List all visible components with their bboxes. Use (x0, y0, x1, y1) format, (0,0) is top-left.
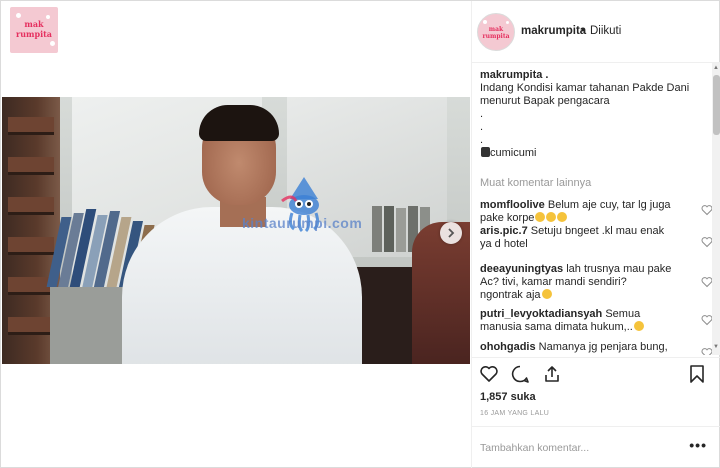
post-timestamp: 16 JAM YANG LALU (480, 410, 550, 417)
comments-scrollbar[interactable]: ▲ ▼ (712, 63, 720, 355)
comment-username[interactable]: deeayuningtyas (480, 263, 563, 275)
comment-item: deeayuningtyas lah trusnya mau pake Ac? … (480, 263, 690, 302)
caption: makrumpita . Indang Kondisi kamar tahana… (480, 69, 713, 160)
caption-username[interactable]: makrumpita . (480, 69, 713, 82)
more-options-icon[interactable]: ••• (689, 437, 707, 453)
comment-username[interactable]: aris.pic.7 (480, 225, 528, 237)
header-username[interactable]: makrumpita (521, 25, 586, 37)
emoji-icon (546, 212, 557, 222)
caption-line: Indang Kondisi kamar tahanan Pakde Dani (480, 82, 690, 94)
comment-text: ngontrak aja (480, 289, 541, 301)
comment-item: aris.pic.7 Setuju bngeet .kl mau enak ya… (480, 225, 690, 251)
comment-text: pake korpe (480, 212, 535, 224)
emoji-icon (557, 212, 568, 222)
share-icon[interactable] (542, 364, 562, 384)
comment-username[interactable]: momfloolive (480, 199, 545, 211)
header-separator: • (581, 25, 586, 37)
chevron-right-icon (448, 228, 455, 238)
follow-button[interactable]: Diikuti (590, 25, 621, 37)
corner-logo-line1: mak (24, 19, 44, 29)
caption-line: . (480, 134, 484, 146)
caption-line: menurut Bapak pengacara (480, 95, 610, 107)
video-watermark: kintaurumpi.com (242, 215, 363, 231)
comment-text: lah trusnya mau pake (566, 263, 672, 275)
load-more-comments-link[interactable]: Muat komentar lainnya (480, 177, 591, 190)
video-person-right (412, 222, 470, 364)
scroll-thumb[interactable] (713, 75, 720, 135)
comment-username[interactable]: ohohgadis (480, 341, 536, 353)
caption-line: . (480, 121, 484, 133)
comment-text: ya d hotel (480, 238, 528, 250)
instagram-post-frame: mak rumpita kintaurumpi.com mak rumpita … (0, 0, 720, 468)
comment-text: Namanya jg penjara bung, (538, 341, 668, 353)
action-bar (472, 357, 720, 383)
comment-username[interactable]: putri_levyoktadiansyah (480, 308, 602, 320)
comment-icon[interactable] (510, 364, 530, 384)
comment-text: Setuju bngeet .kl mau enak (530, 225, 665, 237)
comment-text: Semua (605, 308, 641, 320)
post-sidebar: mak rumpita makrumpita • Diikuti makrump… (471, 1, 720, 468)
bookmark-icon[interactable] (687, 364, 707, 384)
caption-hashtag[interactable]: cumicumi (490, 147, 536, 159)
add-comment-input[interactable]: Tambahkan komentar... (480, 442, 589, 454)
comment-text: Belum aje cuy, tar lg juga (547, 199, 671, 211)
avatar[interactable]: mak rumpita (477, 13, 515, 51)
corner-logo: mak rumpita (10, 7, 58, 53)
add-comment-bar: Tambahkan komentar... ••• (472, 426, 720, 468)
scroll-down-icon[interactable]: ▼ (713, 344, 719, 350)
comment-item: momfloolive Belum aje cuy, tar lg juga p… (480, 199, 690, 225)
corner-logo-line2: rumpita (15, 29, 52, 39)
post-video[interactable]: kintaurumpi.com (2, 97, 470, 364)
scroll-up-icon[interactable]: ▲ (713, 65, 719, 71)
heart-icon[interactable] (479, 364, 499, 384)
comment-item: putri_levyoktadiansyah Semua manusia sam… (480, 308, 690, 334)
comment-item: ohohgadis Namanya jg penjara bung, (480, 341, 690, 354)
emoji-icon (481, 147, 490, 157)
emoji-icon (633, 321, 644, 331)
emoji-icon (535, 212, 546, 222)
emoji-icon (541, 289, 552, 299)
post-header: mak rumpita makrumpita • Diikuti (472, 1, 720, 63)
comments-list: makrumpita . Indang Kondisi kamar tahana… (480, 69, 713, 355)
avatar-line2: rumpita (482, 33, 510, 40)
likes-count[interactable]: 1,857 suka (480, 391, 536, 403)
comment-text: manusia sama dimata hukum,.. (480, 321, 633, 333)
comment-text: Ac? tivi, kamar mandi sendiri? (480, 276, 627, 288)
avatar-line1: mak (488, 26, 504, 33)
caption-line: . (480, 108, 484, 120)
next-media-button[interactable] (440, 222, 462, 244)
